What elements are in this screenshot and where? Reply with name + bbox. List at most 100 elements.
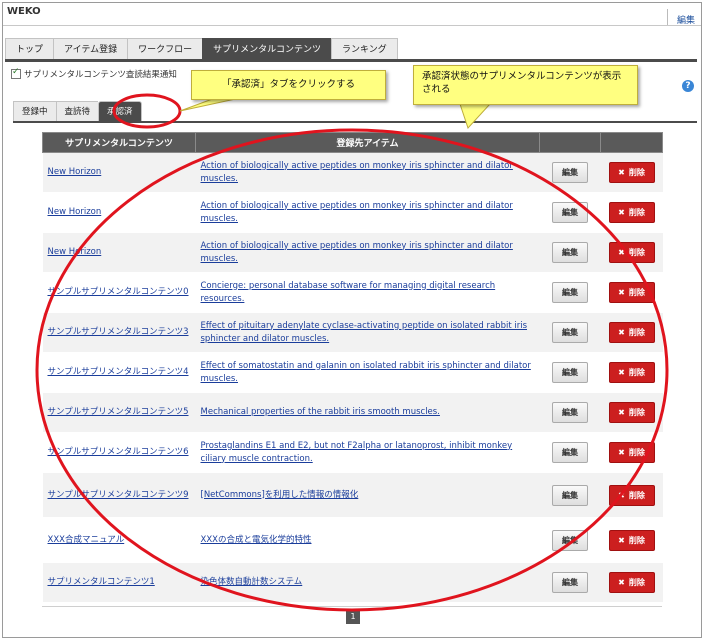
item-link[interactable]: [NetCommons]を利用した情報の情報化 [201,490,359,500]
tab-supplemental-contents[interactable]: サプリメンタルコンテンツ [202,38,331,60]
item-link[interactable]: Effect of somatostatin and galanin on is… [201,361,531,384]
delete-button[interactable]: ✖ 削除 [608,442,655,463]
review-notify-checkbox[interactable]: サプリメンタルコンテンツ査読結果通知 [11,67,177,80]
close-icon: ✖ [618,288,625,297]
tab-under-review[interactable]: 査読待 [55,101,99,122]
content-link[interactable]: New Horizon [48,207,102,217]
content-link[interactable]: New Horizon [48,167,102,177]
callout-approved-list: 承認済状態のサプリメンタルコンテンツが表示される [413,65,638,105]
content-link[interactable]: サンプルサプリメンタルコンテンツ3 [48,327,189,337]
delete-label: 削除 [628,368,645,377]
delete-label: 削除 [628,408,645,417]
item-link[interactable]: Action of biologically active peptides o… [201,161,513,184]
table-row: サンプルサプリメンタルコンテンツ0 Concierge: personal da… [42,272,663,313]
edit-button[interactable]: 編集 [552,322,588,343]
delete-label: 削除 [628,248,645,257]
delete-button[interactable]: ✖ 削除 [608,202,655,223]
subtab-underline [13,121,697,123]
item-link[interactable]: Action of biologically active peptides o… [201,201,513,224]
item-link[interactable]: Action of biologically active peptides o… [201,241,513,264]
edit-button[interactable]: 編集 [552,442,588,463]
callout-click-approved-tab: 「承認済」タブをクリックする [191,70,386,100]
delete-button[interactable]: ✖ 削除 [608,282,655,303]
content-link[interactable]: New Horizon [48,247,102,257]
content-link[interactable]: サンプルサプリメンタルコンテンツ9 [48,490,189,500]
edit-button[interactable]: 編集 [552,242,588,263]
column-header-delete [600,132,663,153]
delete-label: 削除 [628,535,645,545]
delete-button[interactable]: ✖ 削除 [608,322,655,343]
table-row: サンプルサプリメンタルコンテンツ3 Effect of pituitary ad… [42,312,663,353]
edit-button[interactable]: 編集 [552,282,588,303]
delete-button[interactable]: ✖ 削除 [608,529,655,551]
delete-button[interactable]: ✖ 削除 [608,242,655,263]
divider [667,9,668,25]
content-link[interactable]: サンプルサプリメンタルコンテンツ6 [48,447,189,457]
tab-top[interactable]: トップ [5,38,54,60]
delete-button[interactable]: ✖ 削除 [608,162,655,183]
app-title: WEKO [7,6,41,17]
delete-button[interactable]: ✖ 削除 [608,484,655,506]
column-header-content: サプリメンタルコンテンツ [42,132,196,153]
item-link[interactable]: Prostaglandins E1 and E2, but not F2alph… [201,441,513,464]
item-link[interactable]: Effect of pituitary adenylate cyclase-ac… [201,321,528,344]
close-icon: ✖ [618,328,625,337]
close-icon: ✖ [618,448,625,457]
table-row: New Horizon Action of biologically activ… [42,192,663,233]
item-link[interactable]: Mechanical properties of the rabbit iris… [201,407,440,417]
close-icon: ✖ [618,248,625,257]
tab-workflow[interactable]: ワークフロー [127,38,203,60]
content-link[interactable]: サンプルサプリメンタルコンテンツ0 [48,287,189,297]
close-icon: ✖ [618,408,625,417]
delete-label: 削除 [628,490,645,500]
delete-button[interactable]: ✖ 削除 [608,362,655,383]
edit-button[interactable]: 編集 [552,402,588,423]
edit-page-link[interactable]: 編集 [677,13,695,26]
table-header-row: サプリメンタルコンテンツ 登録先アイテム [42,132,663,153]
tab-registering[interactable]: 登録中 [13,101,56,122]
table-row: サンプルサプリメンタルコンテンツ6 Prostaglandins E1 and … [42,432,663,473]
close-icon: ✖ [618,535,625,545]
delete-label: 削除 [628,578,645,587]
close-icon: ✖ [618,490,625,500]
table-row: XXX合成マニュアル XXXの合成と電気化学的特性 編集 ✖ 削除 [42,517,663,563]
edit-button[interactable]: 編集 [552,162,588,183]
content-link[interactable]: サプリメンタルコンテンツ1 [48,577,155,587]
edit-button[interactable]: 編集 [552,529,588,551]
tab-item-registration[interactable]: アイテム登録 [53,38,128,60]
item-link[interactable]: Concierge: personal database software fo… [201,281,496,304]
delete-label: 削除 [628,448,645,457]
table-row: サンプルサプリメンタルコンテンツ5 Mechanical properties … [42,392,663,433]
edit-button[interactable]: 編集 [552,572,588,593]
content-link[interactable]: サンプルサプリメンタルコンテンツ5 [48,407,189,417]
help-icon[interactable]: ? [682,80,694,92]
column-header-item: 登録先アイテム [195,132,540,153]
delete-button[interactable]: ✖ 削除 [608,402,655,423]
table-row: サンプルサプリメンタルコンテンツ9 [NetCommons]を利用した情報の情報… [42,472,663,518]
table-row: サンプルサプリメンタルコンテンツ4 Effect of somatostatin… [42,352,663,393]
edit-button[interactable]: 編集 [552,202,588,223]
item-link[interactable]: XXXの合成と電気化学的特性 [201,535,312,545]
content-link[interactable]: XXX合成マニュアル [48,535,125,545]
column-header-edit [539,132,601,153]
top-bar: WEKO 編集 [3,3,701,26]
edit-button[interactable]: 編集 [552,362,588,383]
close-icon: ✖ [618,368,625,377]
status-tabs: 登録中 査読待 承認済 [13,101,142,122]
tab-underline [5,59,697,62]
checkbox-icon[interactable] [11,67,21,79]
page-number-button[interactable]: 1 [346,610,360,624]
delete-label: 削除 [628,208,645,217]
table-row: New Horizon Action of biologically activ… [42,232,663,273]
close-icon: ✖ [618,578,625,587]
edit-button[interactable]: 編集 [552,484,588,506]
content-link[interactable]: サンプルサプリメンタルコンテンツ4 [48,367,189,377]
tab-ranking[interactable]: ランキング [330,38,398,60]
delete-button[interactable]: ✖ 削除 [608,572,655,593]
tab-approved[interactable]: 承認済 [98,101,142,122]
pager-divider [42,606,662,607]
delete-label: 削除 [628,288,645,297]
delete-label: 削除 [628,168,645,177]
item-link[interactable]: 染色体数自動計数システム [201,577,303,587]
table-row: サプリメンタルコンテンツ1 染色体数自動計数システム 編集 ✖ 削除 [42,562,663,603]
